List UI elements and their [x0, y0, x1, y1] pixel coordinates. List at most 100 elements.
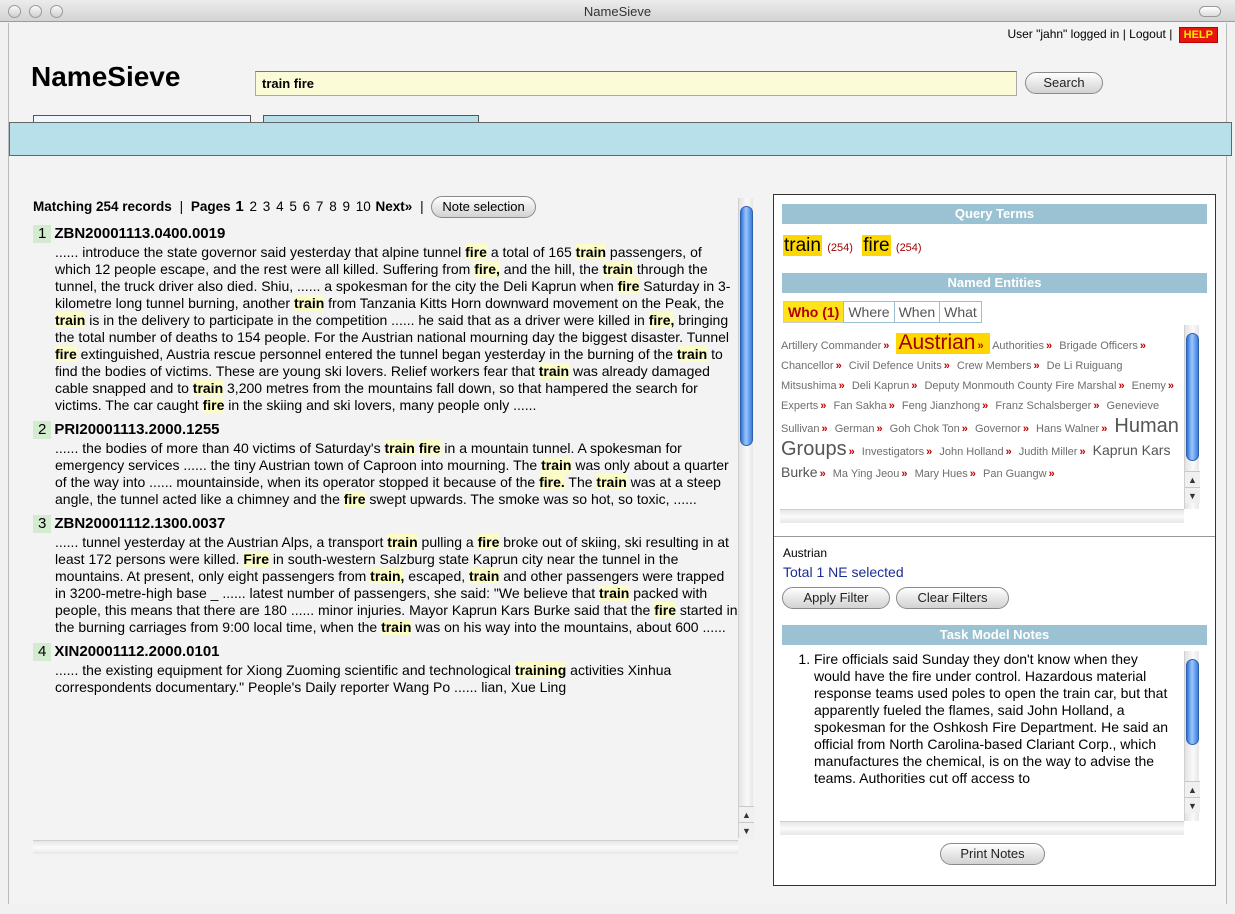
entity-item[interactable]: Civil Defence Units»	[849, 360, 954, 372]
results-scrollbar[interactable]: ▲ ▼	[738, 198, 754, 838]
double-chevron-right-icon[interactable]: »	[1093, 400, 1099, 412]
double-chevron-right-icon[interactable]: »	[1049, 468, 1055, 480]
entity-item[interactable]: Feng Jianzhong»	[902, 400, 992, 412]
page-link[interactable]: 2	[250, 199, 258, 214]
double-chevron-right-icon[interactable]: »	[839, 380, 845, 392]
entity-scrollbar[interactable]: ▲ ▼	[1184, 325, 1200, 509]
next-page-link[interactable]: Next»	[376, 199, 413, 214]
notes-hscrollbar[interactable]	[780, 821, 1184, 835]
double-chevron-right-icon[interactable]: »	[1006, 446, 1012, 458]
note-selection-button[interactable]: Note selection	[431, 196, 536, 219]
page-link[interactable]: 10	[356, 199, 371, 214]
help-button[interactable]: HELP	[1178, 27, 1218, 43]
entity-item[interactable]: Fan Sakha»	[833, 400, 898, 412]
entity-item[interactable]: Brigade Officers»	[1059, 340, 1150, 352]
scroll-down-arrow-icon[interactable]: ▼	[1185, 487, 1200, 503]
entity-item[interactable]: John Holland»	[939, 446, 1015, 458]
double-chevron-right-icon[interactable]: »	[883, 340, 889, 352]
entity-item[interactable]: Hans Walner»	[1036, 423, 1111, 435]
double-chevron-right-icon[interactable]: »	[836, 360, 842, 372]
page-link[interactable]: 8	[329, 199, 337, 214]
entity-item[interactable]: Judith Miller»	[1019, 446, 1090, 458]
double-chevron-right-icon[interactable]: »	[901, 468, 907, 480]
double-chevron-right-icon[interactable]: »	[1023, 423, 1029, 435]
logout-link[interactable]: Logout	[1129, 27, 1166, 41]
double-chevron-right-icon[interactable]: »	[962, 423, 968, 435]
double-chevron-right-icon[interactable]: »	[1140, 340, 1146, 352]
entity-item[interactable]: Artillery Commander»	[781, 340, 893, 352]
double-chevron-right-icon[interactable]: »	[820, 400, 826, 412]
double-chevron-right-icon[interactable]: »	[911, 380, 917, 392]
apply-filter-button[interactable]: Apply Filter	[782, 587, 890, 609]
entity-item[interactable]: Experts»	[781, 400, 830, 412]
print-notes-button[interactable]: Print Notes	[940, 843, 1045, 865]
double-chevron-right-icon[interactable]: »	[977, 340, 983, 352]
page-link[interactable]: 5	[289, 199, 297, 214]
scroll-down-arrow-icon[interactable]: ▼	[1185, 797, 1200, 813]
clear-filters-button[interactable]: Clear Filters	[896, 587, 1009, 609]
entity-item[interactable]: Goh Chok Ton»	[890, 423, 972, 435]
double-chevron-right-icon[interactable]: »	[876, 423, 882, 435]
notes-scrollbar[interactable]: ▲ ▼	[1184, 651, 1200, 821]
scroll-up-arrow-icon[interactable]: ▲	[739, 806, 754, 822]
entity-item[interactable]: Franz Schalsberger»	[995, 400, 1103, 412]
page-link[interactable]: 4	[276, 199, 284, 214]
page-link[interactable]: 6	[303, 199, 311, 214]
page-link[interactable]: 9	[342, 199, 350, 214]
notes-scrollbar-thumb[interactable]	[1186, 659, 1199, 745]
page-link[interactable]: 1	[235, 198, 243, 215]
page-link[interactable]: 3	[263, 199, 271, 214]
entity-item[interactable]: Governor»	[975, 423, 1033, 435]
entity-item[interactable]: Mary Hues»	[915, 468, 980, 480]
entity-item[interactable]: Austrian»	[896, 333, 990, 354]
double-chevron-right-icon[interactable]: »	[926, 446, 932, 458]
entity-item[interactable]: Chancellor»	[781, 360, 846, 372]
double-chevron-right-icon[interactable]: »	[820, 468, 826, 480]
double-chevron-right-icon[interactable]: »	[1046, 340, 1052, 352]
ne-tab-when[interactable]: When	[893, 301, 941, 323]
entity-item[interactable]: Enemy»	[1132, 380, 1178, 392]
page-link[interactable]: 7	[316, 199, 324, 214]
double-chevron-right-icon[interactable]: »	[970, 468, 976, 480]
entity-item[interactable]: Deputy Monmouth County Fire Marshal»	[924, 380, 1128, 392]
ne-tab-what[interactable]: What	[939, 301, 982, 323]
double-chevron-right-icon[interactable]: »	[1079, 446, 1085, 458]
double-chevron-right-icon[interactable]: »	[889, 400, 895, 412]
toolbar-toggle-button[interactable]	[1199, 6, 1221, 17]
record-id-link[interactable]: PRI20001113.2000.1255	[54, 421, 219, 438]
record-id-link[interactable]: ZBN20001112.1300.0037	[54, 515, 225, 532]
double-chevron-right-icon[interactable]: »	[1118, 380, 1124, 392]
scroll-up-arrow-icon[interactable]: ▲	[1185, 471, 1200, 487]
ne-tab-who[interactable]: Who (1)	[783, 301, 845, 323]
scroll-up-arrow-icon[interactable]: ▲	[1185, 781, 1200, 797]
entity-hscrollbar[interactable]	[780, 509, 1184, 523]
record-id-link[interactable]: XIN20001112.2000.0101	[54, 643, 219, 660]
scroll-down-arrow-icon[interactable]: ▼	[739, 822, 754, 838]
title-bar: NameSieve	[0, 0, 1235, 22]
entity-item[interactable]: Authorities»	[992, 340, 1056, 352]
double-chevron-right-icon[interactable]: »	[1033, 360, 1039, 372]
entity-item[interactable]: Pan Guangw»	[983, 468, 1059, 480]
entity-item[interactable]: Investigators»	[862, 446, 937, 458]
double-chevron-right-icon[interactable]: »	[822, 423, 828, 435]
results-hscrollbar[interactable]	[33, 840, 738, 854]
double-chevron-right-icon[interactable]: »	[1168, 380, 1174, 392]
entity-item[interactable]: German»	[835, 423, 887, 435]
page-links: 1 2 3 4 5 6 7 8 9 10	[234, 198, 375, 215]
search-input[interactable]	[255, 71, 1017, 96]
entity-scrollbar-thumb[interactable]	[1186, 333, 1199, 461]
double-chevron-right-icon[interactable]: »	[849, 446, 855, 458]
double-chevron-right-icon[interactable]: »	[944, 360, 950, 372]
results-scrollbar-thumb[interactable]	[740, 206, 753, 446]
ne-tab-where[interactable]: Where	[843, 301, 895, 323]
record-id-link[interactable]: ZBN20001113.0400.0019	[54, 225, 225, 242]
entity-item[interactable]: Crew Members»	[957, 360, 1044, 372]
entity-item[interactable]: Deli Kaprun»	[852, 380, 922, 392]
search-button[interactable]: Search	[1025, 72, 1103, 94]
double-chevron-right-icon[interactable]: »	[982, 400, 988, 412]
query-term[interactable]: fire	[862, 235, 891, 256]
entity-name: Deputy Monmouth County Fire Marshal	[924, 380, 1117, 392]
double-chevron-right-icon[interactable]: »	[1101, 423, 1107, 435]
query-term[interactable]: train	[783, 235, 822, 256]
entity-item[interactable]: Ma Ying Jeou»	[833, 468, 912, 480]
